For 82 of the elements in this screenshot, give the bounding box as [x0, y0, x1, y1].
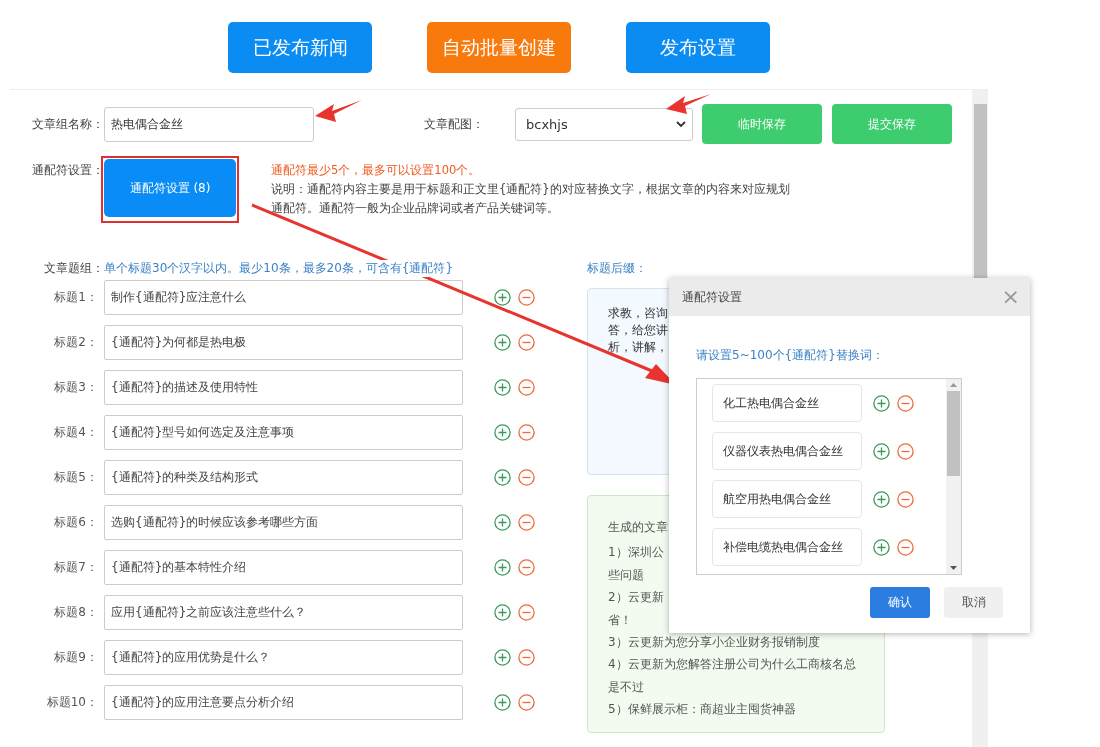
input-field[interactable]: {通配符}的种类及结构形式	[104, 460, 463, 495]
generated-text: 3）云更新为您分享小企业财务报销制度	[608, 634, 820, 652]
prompt-text: 请设置5~100个{通配符}替换词：	[696, 347, 885, 364]
generated-text: 是不过	[608, 678, 644, 696]
input-field[interactable]: 化工热电偶合金丝	[712, 384, 862, 422]
field-label: 标题7：	[53, 559, 98, 576]
field-label: 标题3：	[53, 379, 98, 396]
chevron-down-icon	[676, 120, 686, 128]
dialog-title: 通配符设置	[682, 288, 742, 306]
remove-icon[interactable]	[897, 394, 914, 412]
generated-text: 4）云更新为您解答注册公司为什么工商核名总	[608, 656, 856, 674]
add-icon[interactable]	[494, 649, 511, 666]
field-label: 标题后缀：	[587, 260, 647, 277]
remove-icon[interactable]	[518, 469, 535, 486]
generated-text: 些问题	[608, 566, 644, 584]
input-field[interactable]: {通配符}的应用注意要点分析介绍	[104, 685, 463, 720]
suffix-text: 答，给您讲	[608, 322, 668, 339]
field-label: 标题6：	[53, 514, 98, 531]
arrow-annotation	[315, 100, 362, 122]
add-icon[interactable]	[494, 379, 511, 396]
remove-icon[interactable]	[518, 649, 535, 666]
note-text: 说明：通配符内容主要是用于标题和正文里{通配符}的对应替换文字，根据文章的内容来对应规划通配符。通配符一般为企业品牌词或者产品关键词等。	[271, 181, 791, 217]
generated-text: 2）云更新	[608, 589, 664, 607]
hint-text: 单个标题30个汉字以内。最少10条，最多20条，可含有{通配符}	[104, 259, 454, 277]
remove-icon[interactable]	[897, 442, 914, 460]
add-icon[interactable]	[494, 559, 511, 576]
arrow-annotation	[666, 94, 711, 114]
input-field[interactable]: 航空用热电偶合金丝	[712, 480, 862, 518]
suffix-text: 求教，咨询	[608, 305, 668, 322]
remove-icon[interactable]	[518, 289, 535, 306]
cancel-button[interactable]: 取消	[944, 587, 1003, 618]
input-field[interactable]: 补偿电缆热电偶合金丝	[712, 528, 862, 566]
add-icon[interactable]	[494, 424, 511, 441]
generated-text: 1）深圳公	[608, 544, 664, 562]
add-icon[interactable]	[873, 538, 890, 556]
add-icon[interactable]	[494, 604, 511, 621]
generated-text: 省！	[608, 611, 632, 629]
add-icon[interactable]	[494, 694, 511, 711]
field-label: 文章组名称：	[31, 115, 104, 133]
note-text: 通配符最少5个，最多可以设置100个。	[271, 162, 482, 179]
field-label: 标题4：	[53, 424, 98, 441]
add-icon[interactable]	[873, 442, 890, 460]
input-field[interactable]: {通配符}为何都是热电极	[104, 325, 463, 360]
input-field[interactable]: 制作{通配符}应注意什么	[104, 280, 463, 315]
field-label: 文章题组：	[43, 259, 104, 277]
input-field[interactable]: 仪器仪表热电偶合金丝	[712, 432, 862, 470]
add-icon[interactable]	[873, 394, 890, 412]
confirm-button[interactable]: 确认	[870, 587, 930, 618]
remove-icon[interactable]	[518, 334, 535, 351]
remove-icon[interactable]	[897, 538, 914, 556]
remove-icon[interactable]	[518, 559, 535, 576]
remove-icon[interactable]	[518, 424, 535, 441]
remove-icon[interactable]	[897, 490, 914, 508]
image-select[interactable]: bcxhjs	[515, 107, 693, 141]
field-label: 标题9：	[53, 649, 98, 666]
add-icon[interactable]	[494, 289, 511, 306]
add-icon[interactable]	[494, 334, 511, 351]
field-label: 标题5：	[53, 469, 98, 486]
field-label: 标题10：	[45, 694, 98, 711]
remove-icon[interactable]	[518, 514, 535, 531]
input-field[interactable]: {通配符}的描述及使用特性	[104, 370, 463, 405]
remove-icon[interactable]	[518, 694, 535, 711]
input-field[interactable]: 热电偶合金丝	[104, 106, 314, 142]
field-label: 标题2：	[53, 334, 98, 351]
add-icon[interactable]	[494, 514, 511, 531]
generated-text: 生成的文章	[608, 519, 668, 536]
scrollbar[interactable]	[946, 379, 961, 574]
input-field[interactable]: 应用{通配符}之前应该注意些什么？	[104, 595, 463, 630]
input-field[interactable]: {通配符}的应用优势是什么？	[104, 640, 463, 675]
add-icon[interactable]	[873, 490, 890, 508]
add-icon[interactable]	[494, 469, 511, 486]
field-label: 文章配图：	[424, 115, 485, 133]
field-label: 标题1：	[53, 289, 98, 306]
input-field[interactable]: {通配符}型号如何选定及注意事项	[104, 415, 463, 450]
suffix-text: 析，讲解，	[608, 339, 668, 356]
remove-icon[interactable]	[518, 604, 535, 621]
input-field[interactable]: {通配符}的基本特性介绍	[104, 550, 463, 585]
field-label: 通配符设置：	[31, 162, 104, 179]
input-field[interactable]: 选购{通配符}的时候应该参考哪些方面	[104, 505, 463, 540]
field-label: 标题8：	[53, 604, 98, 621]
remove-icon[interactable]	[518, 379, 535, 396]
generated-text: 5）保鲜展示柜：商超业主囤货神器	[608, 701, 796, 719]
